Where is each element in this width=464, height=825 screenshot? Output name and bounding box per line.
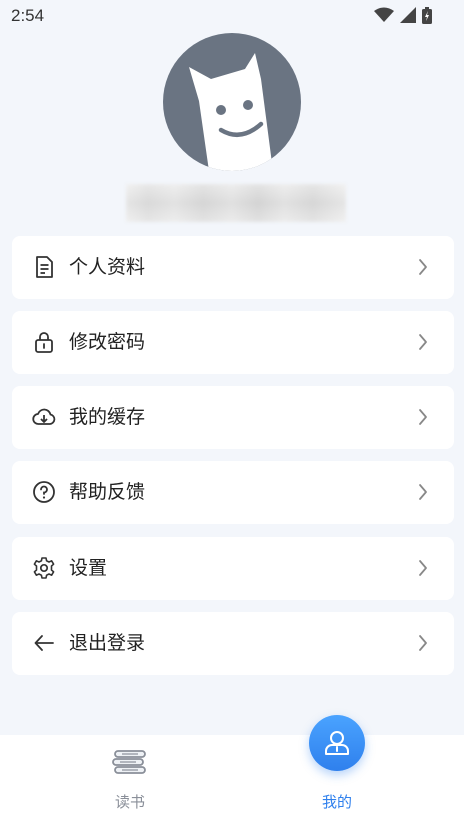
chevron-right-icon [419,635,427,651]
lock-icon [35,332,53,353]
battery-icon [422,6,432,24]
chevron-right-icon [419,409,427,425]
menu-item-label: 帮助反馈 [69,481,146,503]
signal-icon [400,7,416,23]
nav-tab-mine-label: 我的 [321,793,352,811]
menu-item-settings[interactable]: 设置 [12,537,454,600]
cloud-download-icon [32,408,56,425]
nav-tab-reading[interactable]: 读书 [95,735,165,825]
chevron-right-icon [419,334,427,350]
help-circle-icon [33,481,55,503]
menu-item-my-cache[interactable]: 我的缓存 [12,386,454,449]
menu-item-label: 修改密码 [69,331,146,353]
avatar[interactable] [163,33,301,171]
chevron-right-icon [419,259,427,275]
status-icons [374,6,432,24]
menu-item-label: 我的缓存 [69,406,146,428]
bottom-nav: 读书 我的 [0,735,464,825]
arrow-left-icon [34,635,54,651]
menu-item-logout[interactable]: 退出登录 [12,612,454,675]
menu-item-profile[interactable]: 个人资料 [12,236,454,299]
document-icon [36,256,53,278]
status-bar: 2:54 [0,0,464,32]
wifi-icon [374,7,394,22]
status-time: 2:54 [11,6,45,25]
menu-item-change-password[interactable]: 修改密码 [12,311,454,374]
chevron-right-icon [419,484,427,500]
nav-tab-reading-label: 读书 [114,793,145,811]
gear-icon [33,557,55,579]
menu-item-label: 设置 [69,557,108,579]
books-stack-icon [112,750,146,774]
username-redacted [126,184,346,222]
menu-item-help-feedback[interactable]: 帮助反馈 [12,461,454,524]
menu-item-label: 个人资料 [69,256,146,278]
chevron-right-icon [419,560,427,576]
menu-item-label: 退出登录 [69,632,146,654]
cat-avatar-icon [189,53,273,171]
nav-mine-fab[interactable] [309,715,365,771]
user-icon [325,731,349,755]
